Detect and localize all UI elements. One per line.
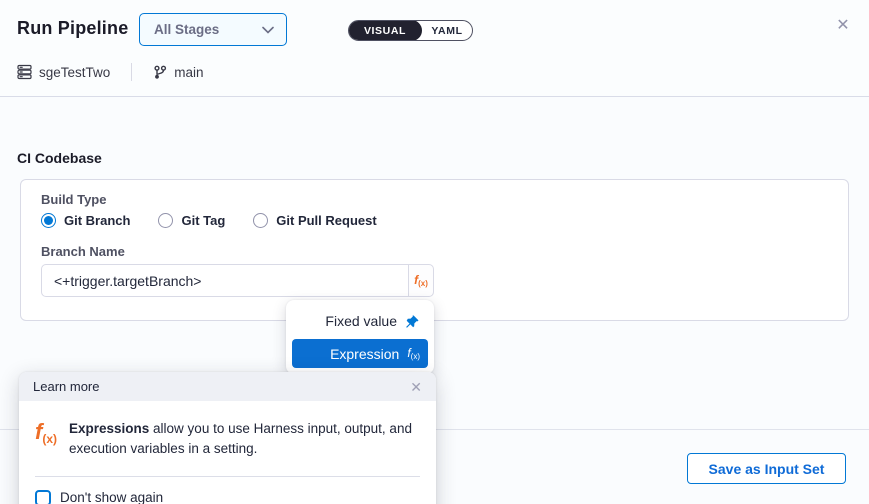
branch-name-label: Branch Name (41, 244, 125, 259)
section-title-ci-codebase: CI Codebase (17, 150, 102, 166)
git-branch-icon (153, 65, 167, 80)
value-type-menu: Fixed value Expression f(x) (286, 300, 434, 374)
radio-git-pull-request[interactable]: Git Pull Request (253, 213, 376, 228)
fx-icon: f(x) (414, 273, 428, 288)
fx-icon: f(x) (407, 346, 420, 361)
branch-name: main (174, 65, 203, 80)
popover-title: Learn more (33, 379, 99, 394)
popover-header: Learn more ✕ (19, 372, 436, 401)
menu-item-fixed-value[interactable]: Fixed value (292, 306, 428, 336)
menu-item-expression[interactable]: Expression f(x) (292, 339, 428, 368)
dont-show-again-row[interactable]: Don't show again (35, 490, 436, 504)
codebase-summary: sgeTestTwo main (17, 62, 204, 82)
popover-close-icon[interactable]: ✕ (410, 380, 422, 394)
fx-icon-large: f(x) (35, 421, 57, 460)
repository-icon (17, 64, 32, 80)
repository-name: sgeTestTwo (39, 65, 110, 80)
build-type-label: Build Type (41, 192, 106, 207)
dialog-header: Run Pipeline All Stages VISUAL YAML ✕ sg… (0, 0, 869, 97)
stage-select-value: All Stages (154, 22, 219, 37)
close-icon[interactable]: ✕ (833, 16, 853, 36)
popover-description: Expressions allow you to use Harness inp… (69, 419, 415, 460)
popover-body: f(x) Expressions allow you to use Harnes… (19, 401, 436, 460)
branch-name-input[interactable] (41, 264, 409, 297)
radio-unselected-icon[interactable] (253, 213, 268, 228)
divider (131, 63, 132, 81)
learn-more-popover: Learn more ✕ f(x) Expressions allow you … (19, 372, 436, 504)
popover-divider (35, 476, 420, 477)
value-type-selector-button[interactable]: f(x) (408, 264, 434, 297)
chevron-down-icon (262, 26, 274, 34)
dont-show-again-checkbox[interactable] (35, 490, 51, 504)
tab-visual[interactable]: VISUAL (348, 20, 422, 41)
dont-show-again-label: Don't show again (60, 490, 163, 504)
save-as-input-set-button[interactable]: Save as Input Set (687, 453, 846, 484)
stage-select[interactable]: All Stages (139, 13, 287, 46)
build-type-radio-group: Git Branch Git Tag Git Pull Request (41, 213, 405, 228)
page-title: Run Pipeline (17, 18, 128, 39)
radio-git-branch[interactable]: Git Branch (41, 213, 130, 228)
visual-yaml-toggle[interactable]: VISUAL YAML (348, 20, 473, 41)
run-pipeline-dialog: Run Pipeline All Stages VISUAL YAML ✕ sg… (0, 0, 869, 504)
tab-yaml[interactable]: YAML (422, 21, 472, 40)
radio-selected-icon[interactable] (41, 213, 56, 228)
radio-git-tag[interactable]: Git Tag (158, 213, 225, 228)
codebase-card: Build Type Git Branch Git Tag Git Pull R… (20, 179, 849, 321)
pin-icon (405, 314, 420, 329)
branch-name-field-row: f(x) (41, 264, 434, 297)
radio-unselected-icon[interactable] (158, 213, 173, 228)
